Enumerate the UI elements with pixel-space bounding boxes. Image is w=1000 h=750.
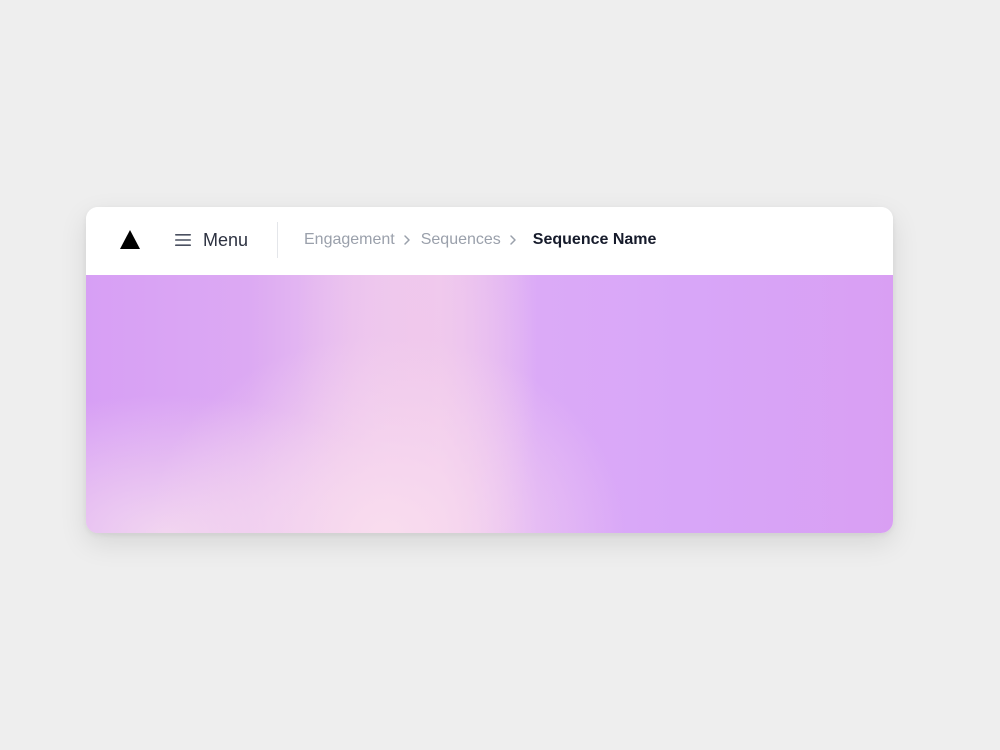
breadcrumb-item-engagement[interactable]: Engagement	[304, 231, 395, 249]
chevron-right-icon	[402, 234, 412, 246]
menu-label: Menu	[203, 229, 249, 250]
breadcrumb-item-sequences[interactable]: Sequences	[421, 231, 501, 249]
breadcrumb-current-page: Sequence Name	[532, 231, 657, 248]
breadcrumb: Engagement Sequences Sequence Name	[304, 229, 656, 251]
chevron-right-icon	[508, 234, 518, 246]
page: Menu Engagement Sequences Sequence Name	[0, 0, 1000, 750]
triangle-logo-icon[interactable]	[119, 229, 141, 251]
gradient-banner	[86, 275, 893, 533]
top-navigation-bar: Menu Engagement Sequences Sequence Name	[86, 207, 893, 275]
header-divider	[277, 222, 278, 258]
app-window: Menu Engagement Sequences Sequence Name	[86, 207, 893, 533]
menu-button[interactable]: Menu	[175, 225, 248, 255]
hamburger-icon	[175, 233, 192, 247]
